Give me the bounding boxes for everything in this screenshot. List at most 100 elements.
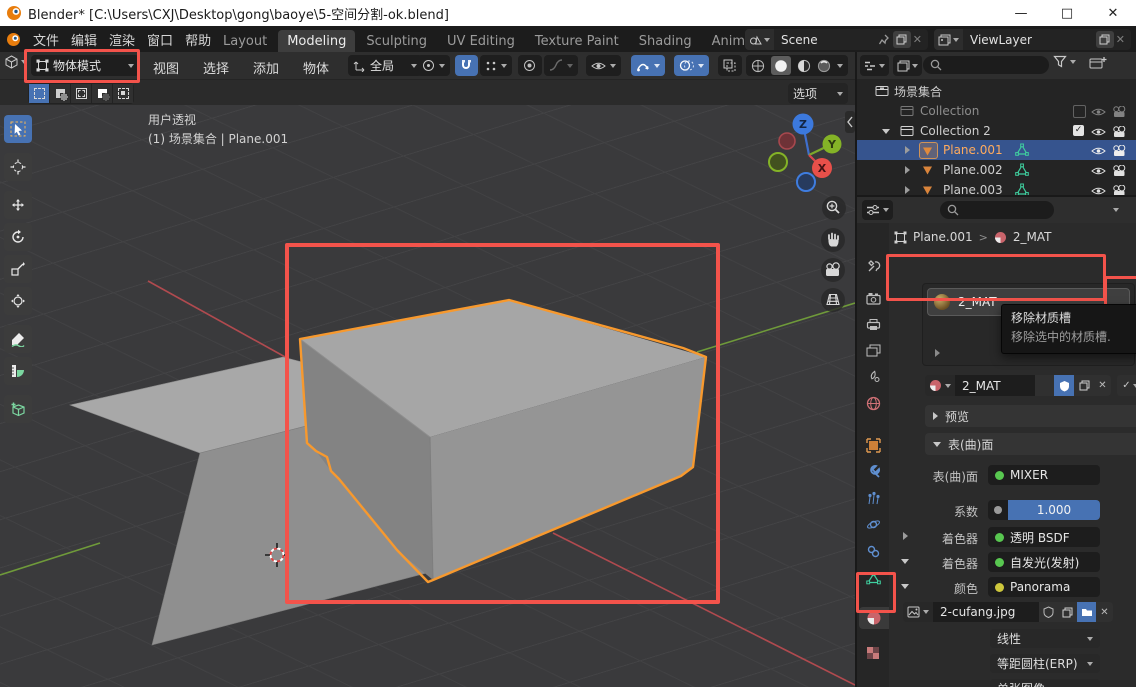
- material-preview-shading-icon[interactable]: [797, 59, 811, 73]
- new-material-button[interactable]: [1074, 375, 1094, 396]
- transform-orientation-dropdown[interactable]: 全局: [348, 55, 422, 76]
- tab-physics[interactable]: [861, 513, 885, 535]
- disable-render-camera-icon[interactable]: [1112, 145, 1126, 157]
- expand-arrow-icon[interactable]: [905, 186, 910, 194]
- tab-object[interactable]: [861, 434, 885, 456]
- workspace-tab-layout[interactable]: Layout: [214, 30, 276, 52]
- sidebar-collapse-tab[interactable]: [845, 111, 855, 133]
- link-material-dropdown[interactable]: ✓: [1117, 375, 1136, 396]
- tab-tool[interactable]: [861, 254, 885, 276]
- menu-object[interactable]: 物体: [303, 58, 329, 77]
- wireframe-shading-icon[interactable]: [751, 59, 765, 73]
- projection-dropdown[interactable]: 等距圆柱(ERP): [990, 654, 1100, 673]
- expand-arrow-icon[interactable]: [905, 146, 910, 154]
- breadcrumb-object[interactable]: Plane.001: [913, 230, 973, 244]
- new-collection-button[interactable]: [1089, 56, 1107, 75]
- navigation-gizmo[interactable]: Z Y X: [769, 114, 842, 192]
- properties-search-input[interactable]: [940, 201, 1054, 219]
- tool-move[interactable]: [4, 191, 32, 219]
- overlays-toggle-dropdown[interactable]: [674, 55, 709, 76]
- show-hide-dropdown[interactable]: [586, 55, 621, 76]
- material-users-button[interactable]: [1035, 375, 1054, 396]
- menu-view[interactable]: 视图: [153, 58, 179, 77]
- shader2-field[interactable]: 自发光(发射): [988, 552, 1100, 572]
- unlink-material-button[interactable]: ✕: [1094, 375, 1111, 396]
- expand-arrow-icon[interactable]: [905, 166, 910, 174]
- hide-viewport-eye-icon[interactable]: [1091, 106, 1106, 118]
- outliner-row-scene-collection[interactable]: 场景集合: [857, 81, 1136, 101]
- disable-render-camera-icon[interactable]: [1112, 165, 1126, 177]
- workspace-tab-shading[interactable]: Shading: [630, 30, 701, 52]
- tool-annotate[interactable]: [4, 325, 32, 353]
- unlink-scene-icon[interactable]: ✕: [913, 33, 922, 46]
- workspace-tab-texture-paint[interactable]: Texture Paint: [526, 30, 628, 52]
- tab-output[interactable]: [861, 313, 885, 335]
- snap-settings-dropdown[interactable]: [480, 55, 512, 76]
- tool-measure[interactable]: [4, 357, 32, 385]
- select-mode-invert[interactable]: [92, 84, 112, 103]
- disable-render-camera-icon[interactable]: [1112, 126, 1126, 138]
- new-image-button[interactable]: [1058, 602, 1077, 622]
- outliner-row-collection[interactable]: Collection: [857, 101, 1136, 121]
- disable-render-camera-icon[interactable]: [1112, 185, 1126, 195]
- orthographic-toggle-button[interactable]: [821, 288, 845, 312]
- hide-viewport-eye-icon[interactable]: [1091, 185, 1106, 195]
- image-fake-user-button[interactable]: [1039, 602, 1058, 622]
- pan-button[interactable]: [821, 228, 845, 252]
- outliner-row-plane002[interactable]: Plane.002: [857, 160, 1136, 180]
- axis-neg-x-ball[interactable]: [779, 133, 795, 149]
- browse-material-button[interactable]: [925, 375, 955, 396]
- outliner-row-plane001[interactable]: Plane.001: [857, 140, 1136, 160]
- workspace-tab-uv-editing[interactable]: UV Editing: [438, 30, 524, 52]
- properties-options-chevron[interactable]: [1113, 208, 1119, 212]
- gizmos-toggle-dropdown[interactable]: [631, 55, 665, 76]
- collection-checkbox[interactable]: [1073, 105, 1086, 118]
- interpolation-dropdown[interactable]: 线性: [990, 629, 1100, 648]
- proportional-falloff-dropdown[interactable]: [544, 55, 578, 76]
- menu-help[interactable]: 帮助: [179, 26, 217, 52]
- axis-neg-z-ball[interactable]: [797, 173, 815, 191]
- options-dropdown[interactable]: 选项: [788, 83, 848, 104]
- select-mode-extend[interactable]: [50, 84, 70, 103]
- breadcrumb-material[interactable]: 2_MAT: [1013, 230, 1052, 244]
- close-button[interactable]: ✕: [1090, 0, 1136, 26]
- image-name-field[interactable]: 2-cufang.jpg: [933, 602, 1039, 622]
- viewlayer-name[interactable]: ViewLayer: [963, 33, 1096, 47]
- tool-transform[interactable]: [4, 287, 32, 315]
- viewlayer-browse-button[interactable]: [934, 29, 963, 50]
- menu-add[interactable]: 添加: [253, 58, 279, 77]
- fake-user-shield-button[interactable]: [1054, 375, 1074, 396]
- tool-scale[interactable]: [4, 255, 32, 283]
- tool-cursor[interactable]: [4, 153, 32, 181]
- menu-window[interactable]: 窗口: [141, 26, 179, 52]
- tab-constraints[interactable]: [861, 540, 885, 562]
- open-image-button[interactable]: [1077, 602, 1096, 622]
- fac-value[interactable]: 1.000: [1008, 500, 1100, 520]
- outliner-filter-image-dropdown[interactable]: [893, 55, 922, 76]
- select-mode-intersect[interactable]: [113, 84, 133, 103]
- collection2-checkbox[interactable]: ✓: [1073, 125, 1084, 136]
- remove-viewlayer-icon[interactable]: ✕: [1116, 33, 1125, 46]
- select-mode-set[interactable]: [29, 84, 49, 103]
- material-name-field[interactable]: 2_MAT: [955, 375, 1035, 396]
- hide-viewport-eye-icon[interactable]: [1091, 165, 1106, 177]
- surface-node-field[interactable]: MIXER: [988, 465, 1100, 485]
- tab-particles[interactable]: [861, 487, 885, 509]
- viewlayer-selector[interactable]: ViewLayer ✕: [934, 29, 1131, 50]
- tool-select-box[interactable]: [4, 115, 32, 143]
- source-dropdown[interactable]: 单张图像: [990, 679, 1100, 687]
- menu-select[interactable]: 选择: [203, 58, 229, 77]
- scene-name[interactable]: Scene: [774, 33, 877, 47]
- minimize-button[interactable]: —: [998, 0, 1044, 26]
- zoom-button[interactable]: [822, 196, 846, 220]
- blender-menu-icon[interactable]: [6, 32, 21, 47]
- solid-shading-button[interactable]: [771, 56, 791, 75]
- pin-icon[interactable]: [877, 33, 890, 47]
- hide-viewport-eye-icon[interactable]: [1091, 126, 1106, 138]
- scene-browse-button[interactable]: [745, 29, 774, 50]
- tab-world[interactable]: [861, 392, 885, 414]
- new-scene-button[interactable]: [893, 31, 911, 48]
- new-viewlayer-button[interactable]: [1096, 31, 1114, 48]
- outliner-display-mode-dropdown[interactable]: [860, 55, 889, 76]
- workspace-tab-modeling[interactable]: Modeling: [278, 30, 355, 52]
